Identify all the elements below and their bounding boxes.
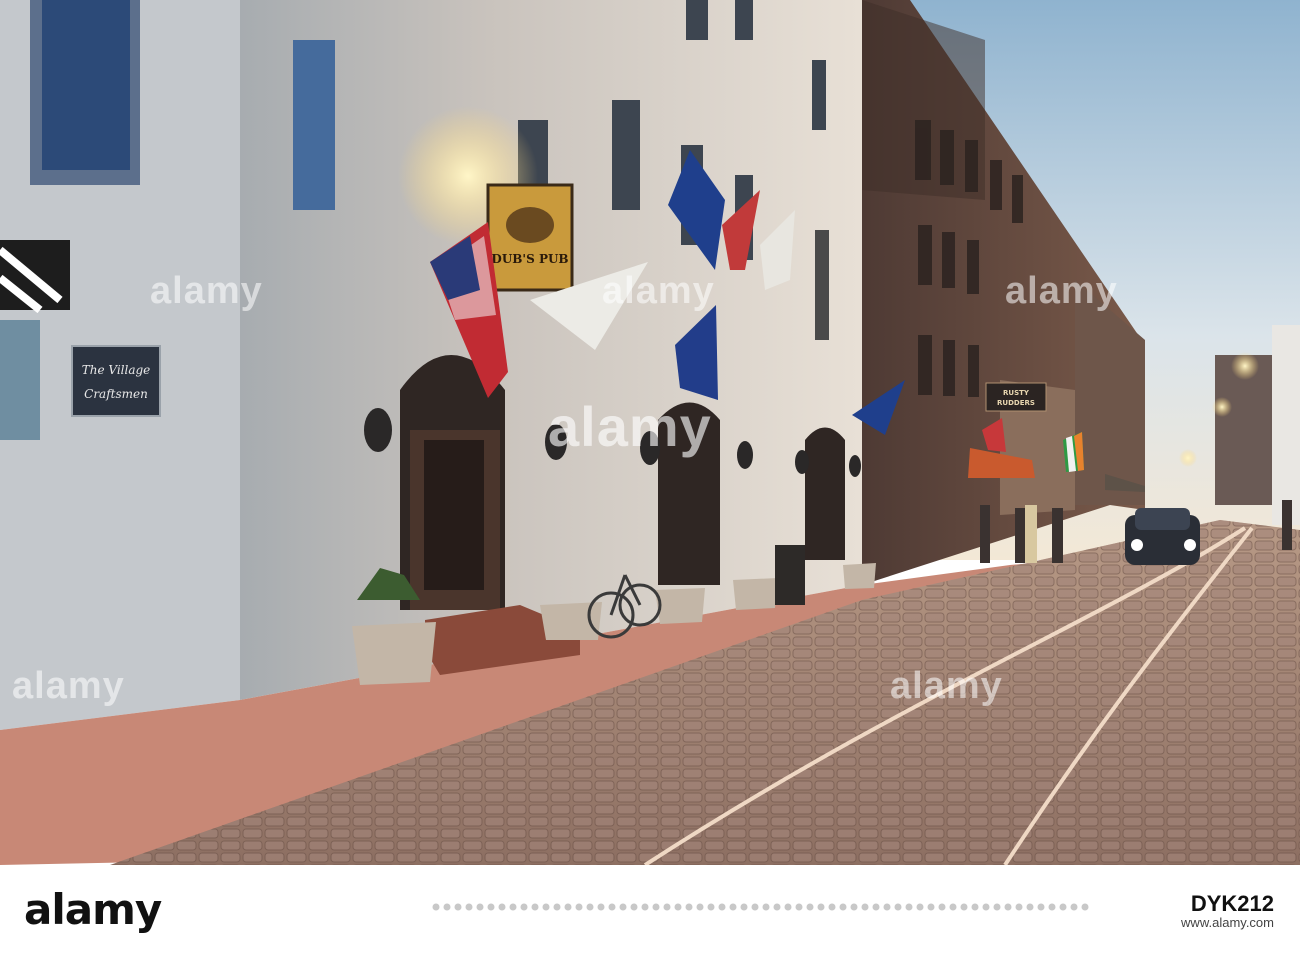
footer-dot: [1070, 903, 1078, 911]
footer-dot: [806, 903, 814, 911]
footer-dot: [432, 903, 440, 911]
footer-dot: [674, 903, 682, 911]
footer-dot: [641, 903, 649, 911]
village-craftsmen-sign: [71, 345, 161, 417]
footer-dot: [828, 903, 836, 911]
footer-dot: [1004, 903, 1012, 911]
footer-dot: [652, 903, 660, 911]
dark-car: [1125, 508, 1200, 565]
footer-dot: [1037, 903, 1045, 911]
stock-info: DYK212 www.alamy.com: [1181, 891, 1274, 931]
svg-text:DUB'S PUB: DUB'S PUB: [491, 252, 568, 266]
footer-dot: [751, 903, 759, 911]
footer-dot: [718, 903, 726, 911]
footer-dot: [531, 903, 539, 911]
footer-dot: [1015, 903, 1023, 911]
footer-dot: [850, 903, 858, 911]
footer-dot: [960, 903, 968, 911]
footer-dot: [597, 903, 605, 911]
stock-footer: alamy DYK212 www.alamy.com: [0, 865, 1300, 955]
footer-dot: [685, 903, 693, 911]
footer-dot: [575, 903, 583, 911]
footer-dot: [487, 903, 495, 911]
footer-dot: [1048, 903, 1056, 911]
dot-pattern: [432, 903, 1089, 911]
planter-mid: [540, 602, 602, 640]
svg-text:The Village: The Village: [82, 363, 151, 377]
footer-dot: [883, 903, 891, 911]
footer-dot: [707, 903, 715, 911]
footer-dot: [663, 903, 671, 911]
footer-dot: [542, 903, 550, 911]
footer-dot: [784, 903, 792, 911]
svg-text:RUSTY: RUSTY: [1003, 389, 1030, 397]
street-photo: The Village Craftsmen DUB'S PUB RUSTY RU…: [0, 0, 1300, 865]
footer-dot: [509, 903, 517, 911]
footer-dot: [619, 903, 627, 911]
image-id: DYK212: [1190, 891, 1274, 916]
footer-dot: [982, 903, 990, 911]
footer-dot: [839, 903, 847, 911]
footer-dot: [762, 903, 770, 911]
footer-dot: [916, 903, 924, 911]
stock-photo-frame: The Village Craftsmen DUB'S PUB RUSTY RU…: [0, 0, 1300, 955]
footer-dot: [586, 903, 594, 911]
footer-dot: [905, 903, 913, 911]
svg-text:Craftsmen: Craftsmen: [84, 387, 148, 401]
footer-dot: [1059, 903, 1067, 911]
footer-dot: [696, 903, 704, 911]
footer-dot: [817, 903, 825, 911]
footer-dot: [971, 903, 979, 911]
footer-dot: [608, 903, 616, 911]
trash-can: [775, 545, 805, 605]
svg-text:RUDDERS: RUDDERS: [997, 399, 1035, 407]
footer-dot: [872, 903, 880, 911]
footer-dot: [993, 903, 1001, 911]
footer-dot: [938, 903, 946, 911]
footer-dot: [476, 903, 484, 911]
footer-dot: [498, 903, 506, 911]
footer-dot: [1081, 903, 1089, 911]
footer-dot: [1026, 903, 1034, 911]
footer-dot: [773, 903, 781, 911]
footer-dot: [630, 903, 638, 911]
footer-dot: [443, 903, 451, 911]
footer-dot: [454, 903, 462, 911]
footer-dot: [465, 903, 473, 911]
street-scene: The Village Craftsmen DUB'S PUB RUSTY RU…: [0, 0, 1300, 865]
footer-dot: [861, 903, 869, 911]
footer-dot: [894, 903, 902, 911]
footer-dot: [795, 903, 803, 911]
alamy-logo: alamy: [24, 885, 162, 934]
planter-right: [655, 588, 705, 624]
footer-dot: [564, 903, 572, 911]
footer-dot: [729, 903, 737, 911]
site-url: www.alamy.com: [1181, 915, 1274, 930]
footer-dot: [927, 903, 935, 911]
footer-dot: [520, 903, 528, 911]
footer-dot: [949, 903, 957, 911]
footer-dot: [553, 903, 561, 911]
footer-dot: [740, 903, 748, 911]
planter-left: [352, 622, 436, 685]
